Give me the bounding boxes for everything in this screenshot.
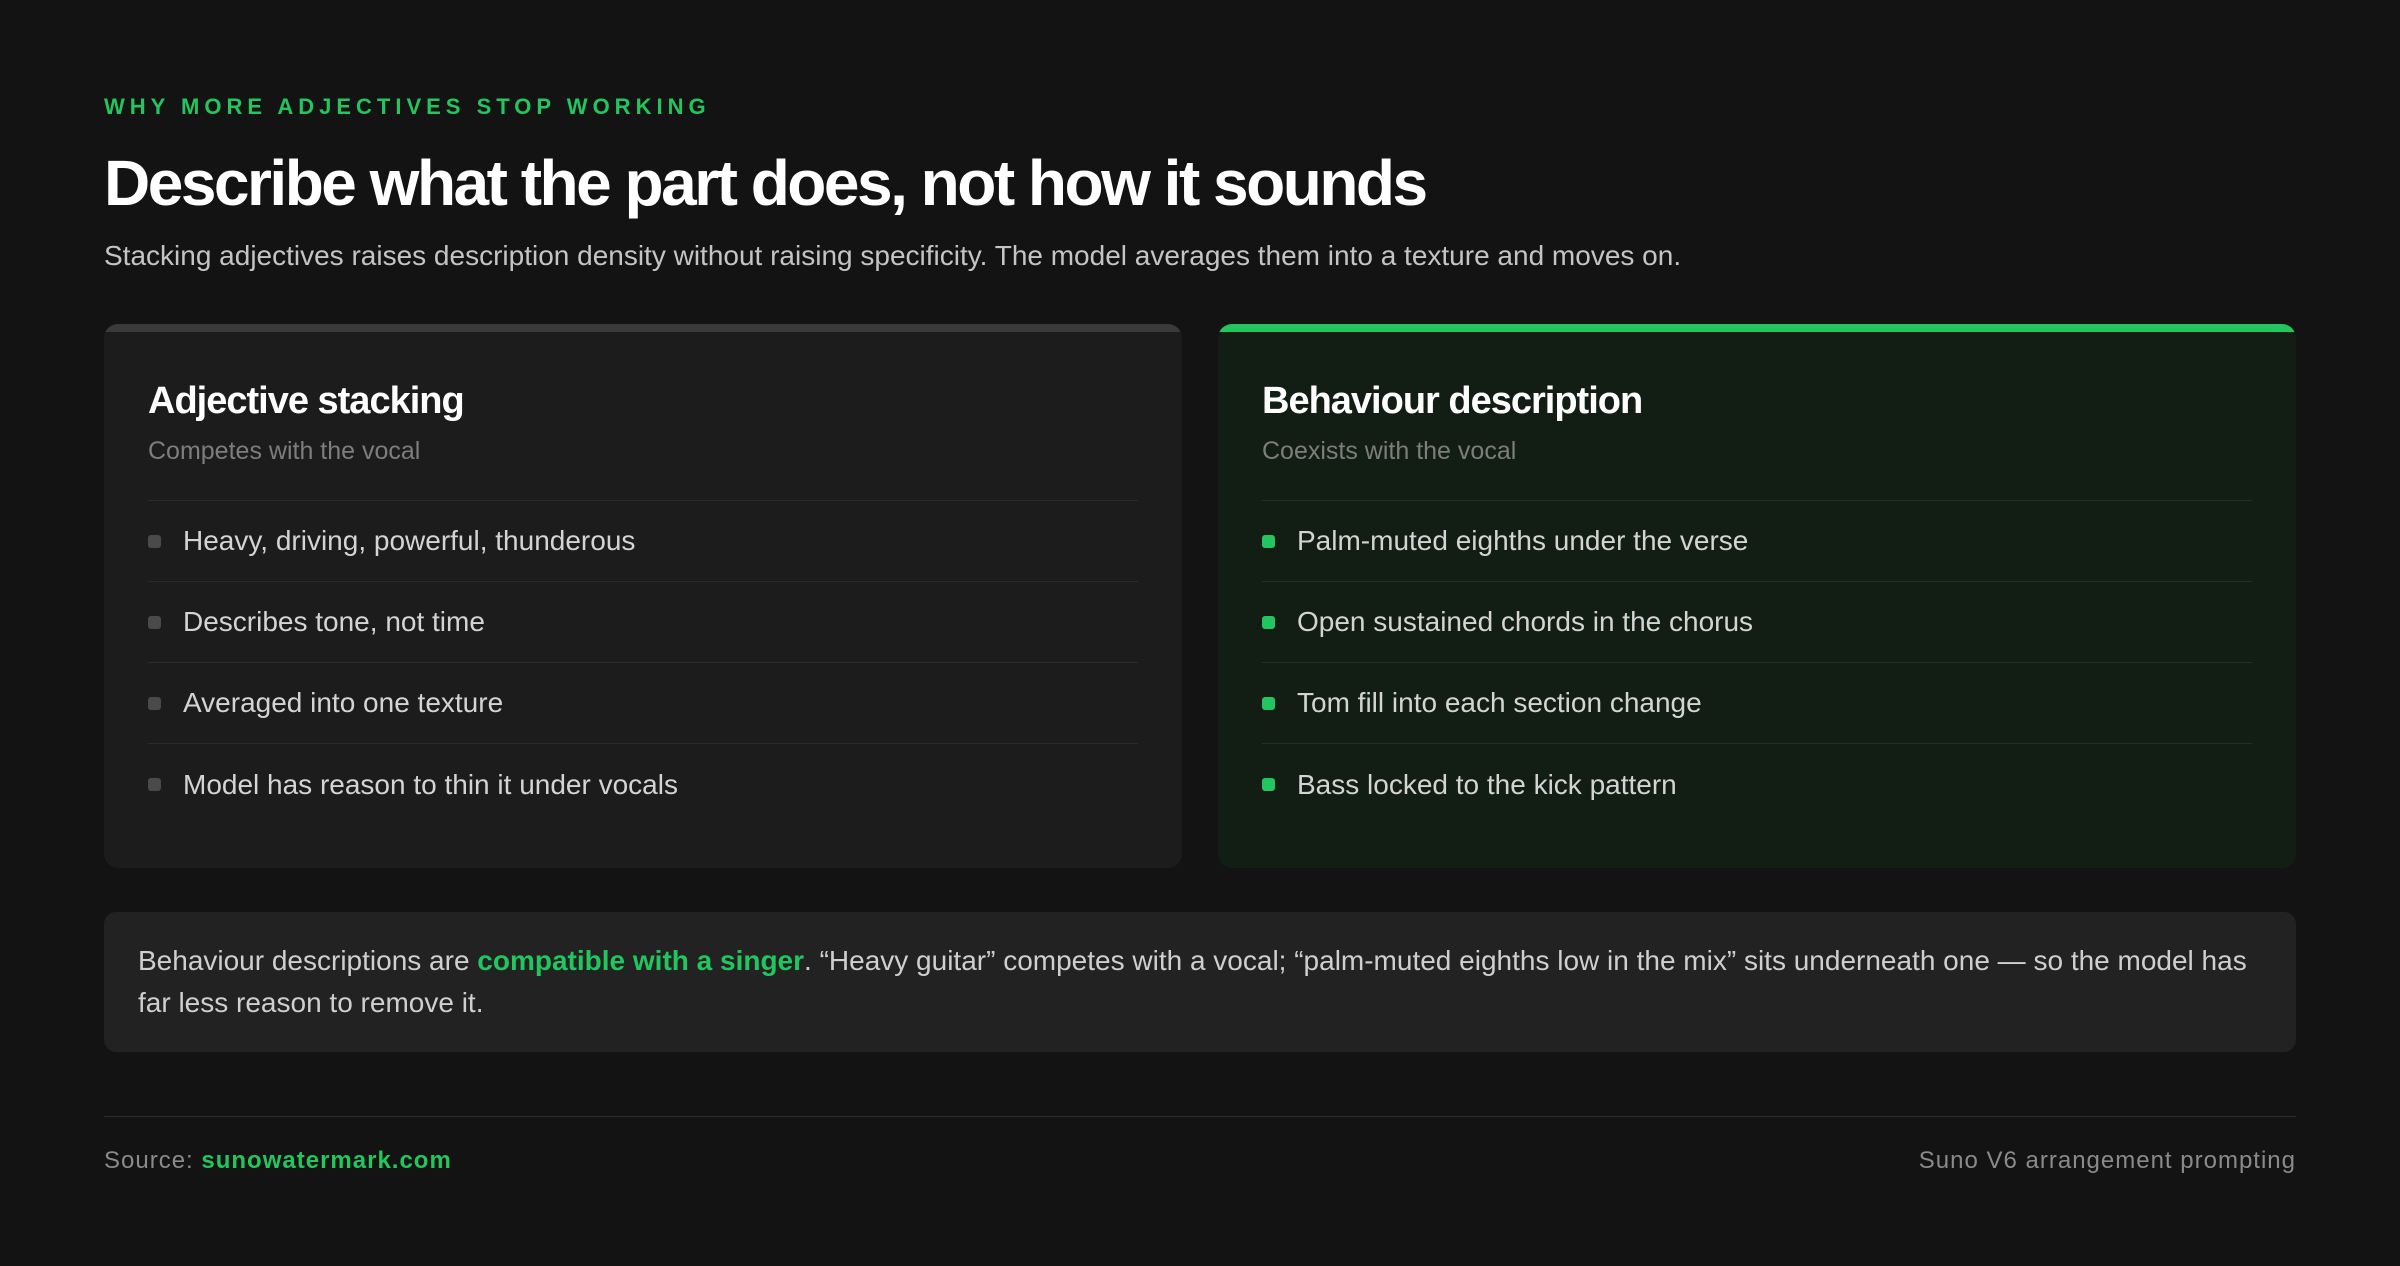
card-list: Heavy, driving, powerful, thunderous Des… xyxy=(148,500,1138,825)
list-item: Model has reason to thin it under vocals xyxy=(148,744,1138,825)
list-item-text: Palm-muted eighths under the verse xyxy=(1297,525,1749,556)
source-link[interactable]: sunowatermark.com xyxy=(201,1147,451,1174)
card-subtitle: Coexists with the vocal xyxy=(1262,437,1517,465)
bullet-square-icon xyxy=(148,534,161,548)
bullet-square-icon xyxy=(1262,778,1275,791)
page-title: Describe what the part does, not how it … xyxy=(104,147,1428,219)
bullet-square-icon xyxy=(1262,696,1275,710)
list-item-text: Bass locked to the kick pattern xyxy=(1297,768,1677,800)
card-subtitle: Competes with the vocal xyxy=(148,437,421,465)
list-item-text: Model has reason to thin it under vocals xyxy=(183,768,678,800)
list-item: Heavy, driving, powerful, thunderous xyxy=(148,501,1138,582)
adjective-stacking-card: Adjective stacking Competes with the voc… xyxy=(104,324,1182,868)
list-item-text: Describes tone, not time xyxy=(183,606,485,637)
list-item: Bass locked to the kick pattern xyxy=(1262,744,2252,825)
behaviour-description-card: Behaviour description Coexists with the … xyxy=(1218,324,2296,868)
list-item: Tom fill into each section change xyxy=(1262,663,2252,744)
bullet-square-icon xyxy=(148,615,161,629)
bullet-square-icon xyxy=(148,778,161,791)
list-item-text: Heavy, driving, powerful, thunderous xyxy=(183,525,636,556)
page: WHY MORE ADJECTIVES STOP WORKING Describ… xyxy=(0,0,2400,1266)
comparison-cards: Adjective stacking Competes with the voc… xyxy=(104,324,2296,868)
list-item: Palm-muted eighths under the verse xyxy=(1262,501,2252,582)
list-item-text: Tom fill into each section change xyxy=(1297,687,1702,718)
bullet-square-icon xyxy=(148,696,161,710)
list-item-text: Averaged into one texture xyxy=(183,687,504,718)
card-list: Palm-muted eighths under the verse Open … xyxy=(1262,500,2252,825)
list-item: Describes tone, not time xyxy=(148,582,1138,663)
card-title: Behaviour description xyxy=(1262,380,1643,422)
source-label: Source: xyxy=(104,1147,202,1174)
footer: Source: sunowatermark.com Suno V6 arrang… xyxy=(104,1116,2296,1175)
page-subtitle: Stacking adjectives raises description d… xyxy=(104,240,1682,271)
bullet-square-icon xyxy=(1262,534,1275,548)
list-item-text: Open sustained chords in the chorus xyxy=(1297,606,1754,637)
bullet-square-icon xyxy=(1262,615,1275,629)
summary-note: Behaviour descriptions are compatible wi… xyxy=(104,912,2296,1052)
footer-caption: Suno V6 arrangement prompting xyxy=(1918,1147,2296,1174)
card-title: Adjective stacking xyxy=(148,380,465,422)
list-item: Averaged into one texture xyxy=(148,663,1138,744)
eyebrow-label: WHY MORE ADJECTIVES STOP WORKING xyxy=(104,94,711,119)
note-prefix: Behaviour descriptions are xyxy=(138,945,478,976)
list-item: Open sustained chords in the chorus xyxy=(1262,582,2252,663)
note-highlight: compatible with a singer xyxy=(477,945,805,976)
footer-source: Source: sunowatermark.com xyxy=(104,1147,452,1175)
